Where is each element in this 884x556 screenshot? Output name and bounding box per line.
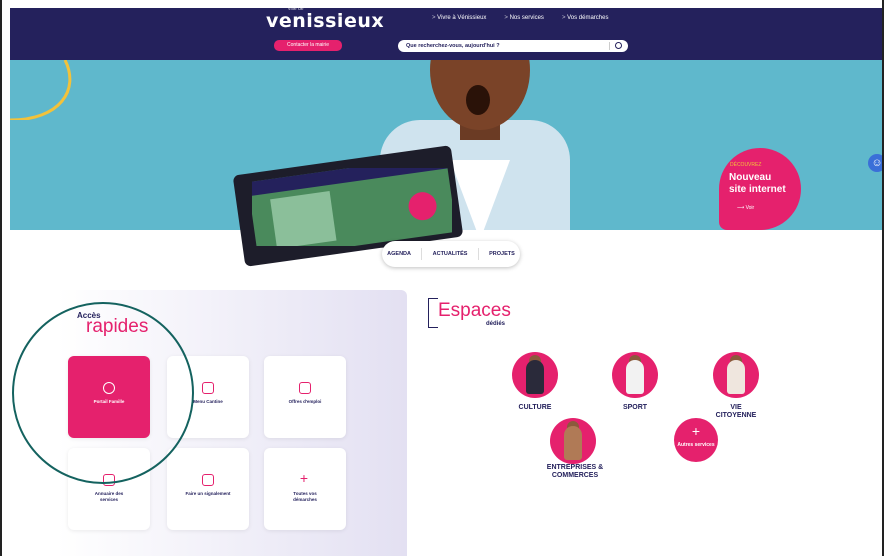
tile-signalement[interactable]: Faire un signalement: [167, 448, 249, 530]
contact-button[interactable]: Contacter la mairie: [274, 40, 342, 51]
search-divider: [609, 42, 610, 50]
badge-title: Nouveau site internet: [729, 172, 786, 196]
espaces-bracket: [428, 298, 438, 328]
espaces-title: Espaces: [438, 300, 511, 321]
decor-arc: [10, 60, 72, 120]
entreprises-figure-body: [564, 426, 582, 460]
vie-citoyenne-image[interactable]: [713, 352, 759, 398]
tile-offres-emploi[interactable]: Offres d'emploi: [264, 356, 346, 438]
tab-projets[interactable]: PROJETS: [489, 251, 515, 257]
search-placeholder: Que recherchez-vous, aujourd'hui ?: [406, 43, 500, 49]
tile-label: Annuaire des services: [94, 491, 124, 502]
tile-toutes-demarches[interactable]: + Toutes vos démarches: [264, 448, 346, 530]
badge-link[interactable]: ⟶ Voir: [737, 205, 754, 211]
tile-label: Toutes vos démarches: [293, 491, 317, 502]
culture-image[interactable]: [512, 352, 558, 398]
vie-citoyenne-figure-body: [727, 360, 745, 394]
other-services-label: Autres services: [677, 442, 715, 448]
tile-label: Faire un signalement: [185, 491, 231, 496]
report-icon: [202, 474, 214, 486]
culture-figure-body: [526, 360, 544, 394]
plus-icon: +: [299, 470, 309, 486]
new-site-badge[interactable]: DÉCOUVREZ Nouveau site internet ⟶ Voir: [719, 148, 801, 230]
other-services-button[interactable]: + Autres services: [674, 418, 718, 462]
job-icon: [299, 382, 311, 394]
site-logo[interactable]: venissieux: [266, 10, 384, 32]
nav-item-vivre[interactable]: Vivre à Vénissieux: [432, 15, 486, 21]
canteen-icon: [202, 382, 214, 394]
espace-label-culture[interactable]: CULTURE: [507, 404, 563, 412]
espaces-subtitle: dédiés: [486, 321, 506, 327]
espace-label-vie-citoyenne[interactable]: VIE CITOYENNE: [710, 404, 762, 420]
espace-label-entreprises[interactable]: ENTREPRISES & COMMERCES: [540, 464, 610, 480]
espace-label-sport[interactable]: SPORT: [607, 404, 663, 412]
nav-item-services[interactable]: Nos services: [504, 15, 544, 21]
laptop-screen: [252, 168, 452, 246]
tab-agenda[interactable]: AGENDA: [387, 251, 411, 257]
hero-tabs: AGENDA ACTUALITÉS PROJETS: [382, 241, 520, 267]
accessibility-icon[interactable]: ☺: [868, 154, 882, 172]
badge-title-line-2: site internet: [729, 184, 786, 195]
highlight-circle: [12, 302, 194, 484]
search-input[interactable]: Que recherchez-vous, aujourd'hui ?: [398, 40, 628, 52]
badge-title-line-1: Nouveau: [729, 172, 772, 183]
tab-divider: [477, 248, 479, 260]
nav-item-demarches[interactable]: Vos démarches: [562, 15, 608, 21]
sport-figure-body: [626, 360, 644, 394]
tile-label: Offres d'emploi: [288, 399, 322, 404]
main-nav: Vivre à Vénissieux Nos services Vos déma…: [432, 15, 608, 21]
badge-link-label: Voir: [745, 205, 755, 211]
badge-kicker: DÉCOUVREZ: [730, 162, 762, 168]
plus-icon: +: [691, 423, 701, 439]
page: ville de venissieux Contacter la mairie …: [0, 0, 884, 556]
tab-actualites[interactable]: ACTUALITÉS: [433, 251, 468, 257]
search-icon[interactable]: [615, 42, 622, 49]
tab-divider: [421, 248, 423, 260]
sport-image[interactable]: [612, 352, 658, 398]
entreprises-image[interactable]: [550, 418, 596, 464]
